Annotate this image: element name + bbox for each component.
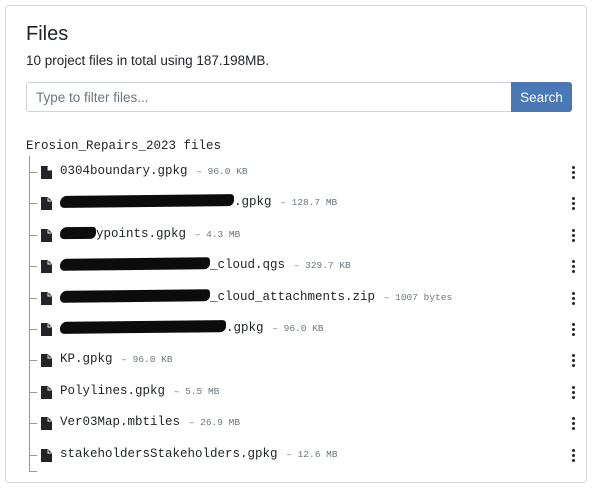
redaction-mark: [59, 226, 97, 239]
file-row[interactable]: KP.gpkg – 96.0 KB: [29, 345, 579, 376]
file-icon: [41, 166, 52, 179]
tree-branch-line: [29, 297, 37, 299]
file-icon: [41, 354, 52, 368]
file-row[interactable]: Ver03Map.mbtiles – 26.9 MB: [29, 408, 579, 439]
tree-branch-line: [29, 454, 37, 456]
kebab-menu-icon[interactable]: [569, 164, 579, 180]
file-name: .gpkg: [234, 195, 272, 210]
tree-branch-line: [29, 266, 37, 268]
file-icon: [41, 322, 52, 336]
file-icon: [41, 385, 52, 399]
file-name-line: Polylines.gpkg – 5.5 MB: [60, 383, 220, 398]
tree-branch-line: [29, 423, 37, 425]
redaction-mark: [59, 194, 235, 209]
file-name: _cloud_attachments.zip: [210, 289, 376, 304]
file-icon: [41, 260, 52, 274]
file-icon: [41, 228, 52, 242]
file-size: 1007 bytes: [395, 291, 453, 303]
file-name: 0304boundary.gpkg: [60, 164, 188, 178]
file-name: .gpkg: [226, 320, 264, 335]
tree-branch-line: [29, 172, 37, 173]
file-icon: [41, 448, 52, 462]
file-name: KP.gpkg: [60, 352, 113, 367]
file-row[interactable]: ypoints.gpkg – 4.3 MB: [29, 220, 579, 251]
file-size: 329.7 KB: [305, 260, 351, 272]
kebab-menu-icon[interactable]: [569, 258, 579, 274]
tree-branch-line: [29, 360, 37, 362]
file-name: Ver03Map.mbtiles: [60, 415, 181, 430]
file-name-line: ypoints.gpkg – 4.3 MB: [59, 226, 241, 241]
file-size: 96.0 KB: [283, 322, 324, 334]
file-row[interactable]: _cloud.qgs – 329.7 KB: [29, 251, 579, 282]
filter-files-input[interactable]: [26, 82, 511, 112]
file-name: Polylines.gpkg: [60, 383, 166, 398]
file-icon: [41, 417, 52, 431]
file-row[interactable]: .gpkg – 128.7 MB: [29, 188, 579, 219]
kebab-menu-icon[interactable]: [569, 352, 579, 368]
file-size: 12.6 MB: [297, 448, 338, 460]
redaction-mark: [59, 257, 211, 271]
file-name-line: .gpkg – 96.0 KB: [59, 320, 324, 335]
kebab-menu-icon[interactable]: [569, 415, 579, 431]
kebab-menu-icon[interactable]: [569, 195, 579, 211]
file-name-line: 0304boundary.gpkg – 96.0 KB: [60, 164, 248, 178]
file-name: ypoints.gpkg: [96, 226, 187, 241]
file-size: 26.9 MB: [200, 417, 241, 429]
file-size: 4.3 MB: [206, 228, 241, 240]
file-icon: [41, 291, 52, 305]
file-row[interactable]: stakeholdersStakeholders.gpkg – 12.6 MB: [29, 440, 579, 471]
tree-branch-line: [29, 203, 37, 205]
tree-branch-line: [29, 328, 37, 330]
search-button[interactable]: Search: [511, 82, 572, 112]
kebab-menu-icon[interactable]: [569, 290, 579, 306]
kebab-menu-icon[interactable]: [569, 227, 579, 243]
file-name-line: KP.gpkg – 96.0 KB: [60, 352, 173, 367]
kebab-menu-icon[interactable]: [569, 321, 579, 337]
file-size: 96.0 KB: [207, 166, 248, 177]
file-row[interactable]: Polylines.gpkg – 5.5 MB: [29, 377, 579, 408]
tree-branch-line: [29, 234, 37, 236]
file-row[interactable]: _cloud_attachments.zip – 1007 bytes: [29, 283, 579, 314]
file-name-line: .gpkg – 128.7 MB: [59, 194, 338, 210]
file-icon: [41, 197, 52, 211]
file-row[interactable]: 0304boundary.gpkg – 96.0 KB: [29, 157, 579, 188]
file-name: stakeholdersStakeholders.gpkg: [60, 446, 278, 461]
file-size: 128.7 MB: [291, 197, 338, 209]
file-name-line: _cloud_attachments.zip – 1007 bytes: [59, 288, 453, 304]
tree-root-label: Erosion_Repairs_2023 files: [26, 139, 222, 153]
redaction-mark: [59, 320, 227, 334]
kebab-menu-icon[interactable]: [569, 384, 579, 400]
page-title: Files: [26, 23, 69, 45]
search-bar: Search: [26, 82, 572, 112]
file-size: 96.0 KB: [132, 354, 173, 366]
file-name: _cloud.qgs: [210, 258, 286, 273]
file-name-line: _cloud.qgs – 329.7 KB: [59, 257, 351, 273]
file-row[interactable]: .gpkg – 96.0 KB: [29, 314, 579, 345]
file-list: 0304boundary.gpkg – 96.0 KB .gpkg – 128.…: [29, 157, 579, 471]
kebab-menu-icon[interactable]: [569, 447, 579, 463]
file-name-line: Ver03Map.mbtiles – 26.9 MB: [60, 415, 241, 430]
files-card: Files 10 project files in total using 18…: [5, 5, 587, 483]
redaction-mark: [59, 288, 211, 303]
files-summary: 10 project files in total using 187.198M…: [26, 53, 270, 68]
file-size: 5.5 MB: [185, 385, 220, 397]
file-name-line: stakeholdersStakeholders.gpkg – 12.6 MB: [60, 446, 338, 461]
tree-branch-line: [29, 391, 37, 393]
tree-end-line: [29, 471, 37, 472]
